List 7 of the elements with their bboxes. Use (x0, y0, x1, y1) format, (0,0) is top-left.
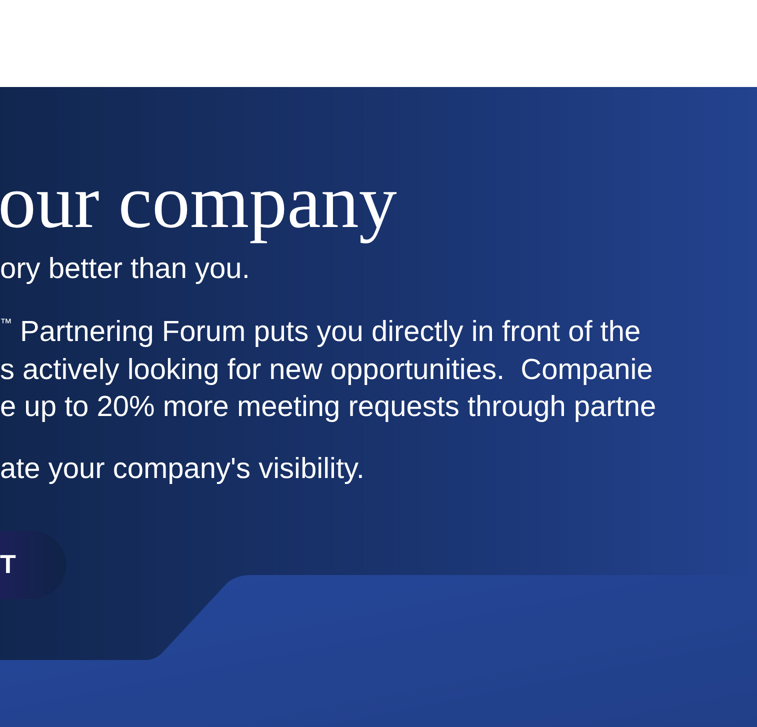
paragraph-line: s actively looking for new opportunities. Companie (0, 352, 653, 388)
hero-heading: our company (0, 159, 397, 245)
paragraph-line: $^{™}$ Partnering Forum puts you directly in front of the (0, 315, 641, 350)
tagline-text: ory better than you. (0, 252, 250, 287)
paragraph-line: e up to 20% more meeting requests through partne (0, 390, 656, 425)
closing-text: ate your company's visibility. (0, 452, 364, 486)
cta-button[interactable]: T (0, 530, 66, 598)
